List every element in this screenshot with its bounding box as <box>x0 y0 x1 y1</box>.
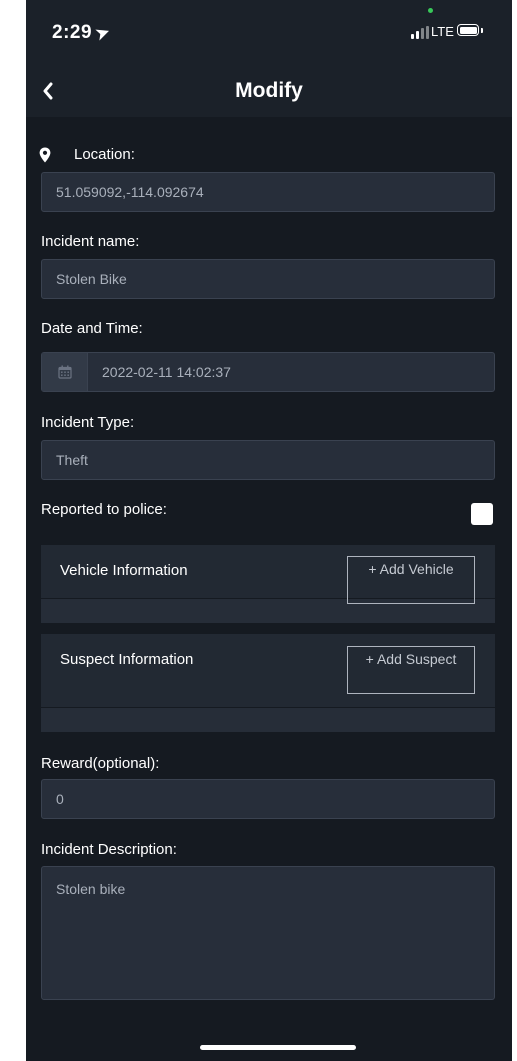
incident-type-field[interactable]: Theft <box>41 440 495 480</box>
phone-screen: 2:29 ➤ LTE Modify Location: 51.059092,-11… <box>26 0 512 1061</box>
incident-type-label: Incident Type: <box>41 414 135 431</box>
reported-to-police-checkbox[interactable] <box>471 503 493 525</box>
map-pin-icon <box>39 147 51 163</box>
reward-field[interactable]: 0 <box>41 779 495 819</box>
reward-label: Reward(optional): <box>41 755 160 772</box>
location-arrow-icon: ➤ <box>93 23 113 44</box>
location-field[interactable]: 51.059092,-114.092674 <box>41 172 495 212</box>
battery-icon <box>457 24 479 36</box>
vehicle-information-label: Vehicle Information <box>60 562 188 579</box>
status-time: 2:29 ➤ <box>52 22 113 44</box>
suspect-information-label: Suspect Information <box>60 651 194 668</box>
reported-to-police-label: Reported to police: <box>41 501 167 518</box>
privacy-indicator-dot <box>428 8 433 13</box>
calendar-icon[interactable] <box>42 353 88 391</box>
incident-description-textarea[interactable]: Stolen bike <box>41 866 495 1000</box>
battery-tip <box>481 28 483 33</box>
add-vehicle-button[interactable]: + Add Vehicle <box>347 556 475 604</box>
incident-name-field[interactable]: Stolen Bike <box>41 259 495 299</box>
network-type: LTE <box>431 24 454 39</box>
date-time-field[interactable]: 2022-02-11 14:02:37 <box>41 352 495 392</box>
incident-description-label: Incident Description: <box>41 841 177 858</box>
date-time-label: Date and Time: <box>41 320 143 337</box>
suspect-information-section: Suspect Information + Add Suspect <box>41 634 495 732</box>
location-label: Location: <box>74 146 135 163</box>
status-bar: 2:29 ➤ LTE <box>26 0 512 65</box>
page-title: Modify <box>235 79 303 102</box>
vehicle-information-section: Vehicle Information + Add Vehicle <box>41 545 495 623</box>
navigation-bar: Modify <box>26 65 512 117</box>
add-suspect-button[interactable]: + Add Suspect <box>347 646 475 694</box>
home-indicator[interactable] <box>200 1045 356 1050</box>
section-footer <box>41 708 495 732</box>
incident-name-label: Incident name: <box>41 233 140 250</box>
date-time-value: 2022-02-11 14:02:37 <box>102 364 231 380</box>
